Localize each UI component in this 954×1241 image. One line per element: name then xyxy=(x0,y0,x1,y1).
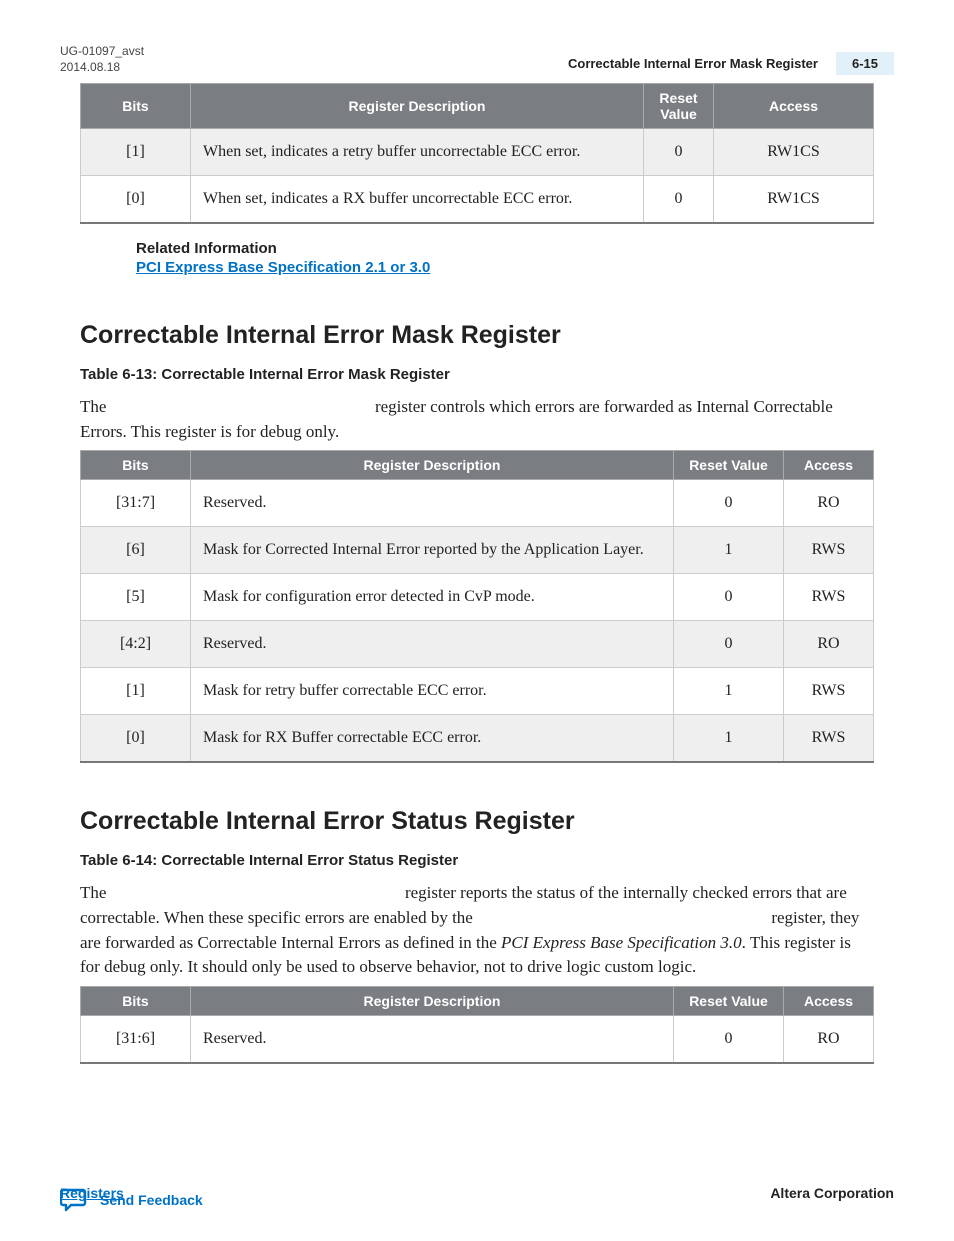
cell-access: RW1CS xyxy=(714,129,874,176)
table-6-13: Bits Register Description Reset Value Ac… xyxy=(80,450,874,763)
related-info-link[interactable]: PCI Express Base Specification 2.1 or 3.… xyxy=(136,259,430,276)
header-right: Correctable Internal Error Mask Register… xyxy=(568,52,894,75)
table-6-14: Bits Register Description Reset Value Ac… xyxy=(80,986,874,1064)
col-bits: Bits xyxy=(81,451,191,480)
cell-access: RWS xyxy=(784,715,874,763)
cell-bits: [0] xyxy=(81,176,191,224)
cell-bits: [4:2] xyxy=(81,621,191,668)
cell-bits: [1] xyxy=(81,129,191,176)
cell-desc: When set, indicates a RX buffer uncorrec… xyxy=(191,176,644,224)
cell-reset: 1 xyxy=(674,715,784,763)
col-reset: Reset Value xyxy=(674,451,784,480)
cell-bits: [31:6] xyxy=(81,1016,191,1064)
cell-reset: 0 xyxy=(644,129,714,176)
section-heading-mask-register: Correctable Internal Error Mask Register xyxy=(80,321,874,350)
col-access: Access xyxy=(784,451,874,480)
cell-reset: 1 xyxy=(674,668,784,715)
feedback-icon xyxy=(60,1187,88,1213)
text-italic: PCI Express Base Specification 3.0 xyxy=(501,933,742,952)
cell-access: RO xyxy=(784,621,874,668)
cell-reset: 0 xyxy=(674,480,784,527)
cell-reset: 0 xyxy=(644,176,714,224)
cell-bits: [0] xyxy=(81,715,191,763)
text: The xyxy=(80,883,106,902)
table-row: [5]Mask for configuration error detected… xyxy=(81,574,874,621)
col-access: Access xyxy=(714,84,874,129)
cell-bits: [6] xyxy=(81,527,191,574)
table-row: [4:2]Reserved.0RO xyxy=(81,621,874,668)
text: register controls which errors are forwa… xyxy=(80,397,833,441)
col-desc: Register Description xyxy=(191,84,644,129)
table-caption-6-13: Table 6-13: Correctable Internal Error M… xyxy=(80,366,874,383)
doc-id-block: UG-01097_avst 2014.08.18 xyxy=(60,44,144,75)
cell-bits: [31:7] xyxy=(81,480,191,527)
cell-desc: Reserved. xyxy=(191,480,674,527)
table-row: [1] When set, indicates a retry buffer u… xyxy=(81,129,874,176)
cell-bits: [1] xyxy=(81,668,191,715)
col-desc: Register Description xyxy=(191,451,674,480)
table-row: [31:7]Reserved.0RO xyxy=(81,480,874,527)
page-header: UG-01097_avst 2014.08.18 Correctable Int… xyxy=(60,44,894,75)
cell-desc: Mask for retry buffer correctable ECC er… xyxy=(191,668,674,715)
page-title: Correctable Internal Error Mask Register xyxy=(568,56,818,71)
table-row: [31:6] Reserved. 0 RO xyxy=(81,1016,874,1064)
cell-desc: Reserved. xyxy=(191,621,674,668)
feedback-block: Send Feedback xyxy=(60,1187,203,1241)
cell-desc: Mask for configuration error detected in… xyxy=(191,574,674,621)
col-desc: Register Description xyxy=(191,987,674,1016)
col-reset: Reset Value xyxy=(674,987,784,1016)
cell-reset: 0 xyxy=(674,1016,784,1064)
cell-desc: Reserved. xyxy=(191,1016,674,1064)
doc-date: 2014.08.18 xyxy=(60,60,144,76)
doc-id: UG-01097_avst xyxy=(60,44,144,60)
section1-paragraph: The register controls which errors are f… xyxy=(80,395,874,444)
table-row: [0] When set, indicates a RX buffer unco… xyxy=(81,176,874,224)
text: register reports the status of the inter… xyxy=(80,883,847,927)
section2-paragraph: The register reports the status of the i… xyxy=(80,881,874,980)
col-reset: Reset Value xyxy=(644,84,714,129)
cell-desc: Mask for RX Buffer correctable ECC error… xyxy=(191,715,674,763)
cell-desc: Mask for Corrected Internal Error report… xyxy=(191,527,674,574)
cell-bits: [5] xyxy=(81,574,191,621)
cell-access: RWS xyxy=(784,527,874,574)
cell-reset: 0 xyxy=(674,621,784,668)
col-bits: Bits xyxy=(81,987,191,1016)
footer-corporation: Altera Corporation xyxy=(770,1185,894,1201)
send-feedback-link[interactable]: Send Feedback xyxy=(100,1192,203,1208)
text: The xyxy=(80,397,106,416)
cell-access: RW1CS xyxy=(714,176,874,224)
table-row: [6]Mask for Corrected Internal Error rep… xyxy=(81,527,874,574)
cell-access: RO xyxy=(784,480,874,527)
page-number-tab: 6-15 xyxy=(836,52,894,75)
cell-reset: 1 xyxy=(674,527,784,574)
section-heading-status-register: Correctable Internal Error Status Regist… xyxy=(80,807,874,836)
col-bits: Bits xyxy=(81,84,191,129)
table-caption-6-14: Table 6-14: Correctable Internal Error S… xyxy=(80,852,874,869)
related-info-heading: Related Information xyxy=(136,240,874,257)
cell-access: RWS xyxy=(784,668,874,715)
cell-access: RWS xyxy=(784,574,874,621)
table-row: [1]Mask for retry buffer correctable ECC… xyxy=(81,668,874,715)
cell-access: RO xyxy=(784,1016,874,1064)
cell-reset: 0 xyxy=(674,574,784,621)
table-uncorrectable-errors: Bits Register Description Reset Value Ac… xyxy=(80,83,874,224)
table-row: [0]Mask for RX Buffer correctable ECC er… xyxy=(81,715,874,763)
col-access: Access xyxy=(784,987,874,1016)
cell-desc: When set, indicates a retry buffer uncor… xyxy=(191,129,644,176)
